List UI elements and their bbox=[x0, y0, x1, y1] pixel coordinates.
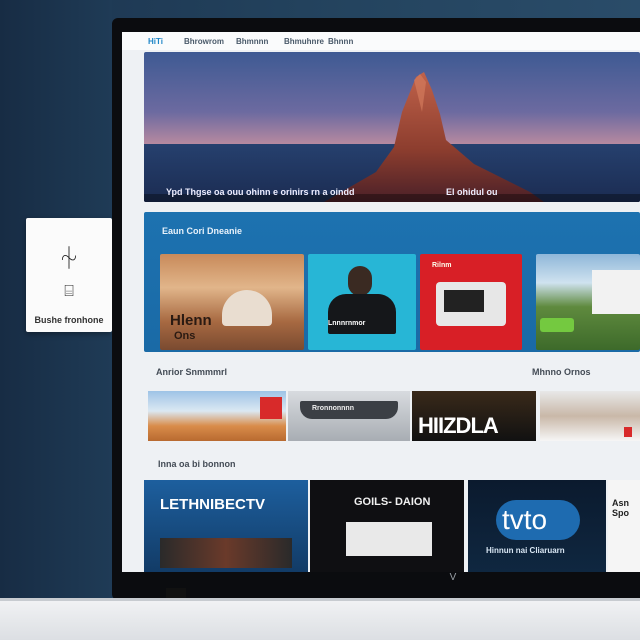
featured-card[interactable]: Hlenn Ons bbox=[160, 254, 304, 350]
featured-card[interactable]: Lnnnrnmor bbox=[308, 254, 416, 350]
card-subtitle: Ons bbox=[174, 330, 196, 342]
tile-title: Asn Spo bbox=[612, 498, 630, 518]
featured-card[interactable] bbox=[536, 254, 640, 350]
row2-tile[interactable]: tvto Hinnun nai Cliaruarn bbox=[468, 480, 606, 572]
row1-tile[interactable] bbox=[540, 391, 640, 441]
tile-red-sign bbox=[260, 397, 282, 419]
tile-title: tvto bbox=[502, 504, 548, 535]
featured-panel: Eaun Cori Dneanie Hlenn Ons Lnnnrnmor Ri… bbox=[144, 212, 640, 352]
row2-title: Inna oa bi bonnon bbox=[158, 459, 236, 469]
tv-brand-logo: V bbox=[449, 572, 457, 583]
top-nav: HiTi Bhrowrom Bhmnnn Bhmuhnre Bhnnn bbox=[122, 32, 640, 50]
card-dome-shape bbox=[222, 290, 272, 326]
featured-title: Eaun Cori Dneanie bbox=[162, 226, 243, 236]
tile-title: LETHNIBECTV bbox=[160, 496, 265, 513]
sign-symbol-bottom: ⌸ bbox=[64, 283, 74, 300]
row1-title-right: Mhnno Ornos bbox=[532, 367, 591, 377]
row1-title: Anrior Snmmmrl bbox=[156, 367, 228, 377]
row2-tile[interactable]: Asn Spo bbox=[608, 480, 640, 572]
hero-caption-right: El ohidul ou bbox=[446, 187, 498, 197]
row2-tile[interactable]: LETHNIBECTV bbox=[144, 480, 308, 572]
sign-symbol-top: ⏆ bbox=[57, 246, 80, 271]
row1-tile[interactable] bbox=[148, 391, 286, 441]
table-edge bbox=[0, 598, 640, 601]
card-title: Rilnm bbox=[432, 262, 452, 269]
table-surface bbox=[0, 598, 640, 640]
nav-item-home[interactable]: HiTi bbox=[148, 37, 163, 46]
hero-banner[interactable]: Ypd Thgse oa ouu ohinn e orinirs rn a oi… bbox=[144, 52, 640, 202]
tile-red-mark bbox=[624, 427, 632, 437]
card-device-screen bbox=[444, 290, 484, 312]
tile-people-image bbox=[160, 538, 292, 568]
row1-tile[interactable]: HIIZDLA bbox=[412, 391, 536, 441]
card-body-shape bbox=[328, 294, 396, 334]
tile-title: GOILS- DAION bbox=[354, 496, 431, 508]
wall-sign: ⏆ ⌸ Bushe fronhone bbox=[26, 218, 112, 332]
tile-title: Rronnonnnn bbox=[312, 405, 354, 412]
card-building-shape bbox=[592, 270, 640, 314]
nav-item-browse[interactable]: Bhrowrom bbox=[184, 37, 224, 46]
tile-title: HIIZDLA bbox=[418, 413, 499, 438]
tile-subtitle: Hinnun nai Cliaruarn bbox=[486, 546, 565, 555]
row2-tile[interactable]: GOILS- DAION bbox=[310, 480, 464, 572]
card-title: Lnnnrnmor bbox=[328, 320, 366, 327]
hero-caption: Ypd Thgse oa ouu ohinn e orinirs rn a oi… bbox=[166, 187, 355, 197]
featured-card[interactable]: Rilnm bbox=[420, 254, 522, 350]
tile-screen-image bbox=[346, 522, 432, 556]
nav-item-2[interactable]: Bhmnnn bbox=[236, 37, 268, 46]
row1-tile[interactable]: Rronnonnnn bbox=[288, 391, 410, 441]
tv-screen: HiTi Bhrowrom Bhmnnn Bhmuhnre Bhnnn Ypd … bbox=[122, 32, 640, 572]
card-head-shape bbox=[348, 266, 372, 296]
card-green-button bbox=[540, 318, 574, 332]
card-title: Hlenn bbox=[170, 312, 212, 329]
sign-label: Bushe fronhone bbox=[34, 315, 104, 325]
hero-rock-image bbox=[324, 72, 544, 202]
nav-item-3[interactable]: Bhmuhnre bbox=[284, 37, 324, 46]
nav-item-4[interactable]: Bhnnn bbox=[328, 37, 353, 46]
